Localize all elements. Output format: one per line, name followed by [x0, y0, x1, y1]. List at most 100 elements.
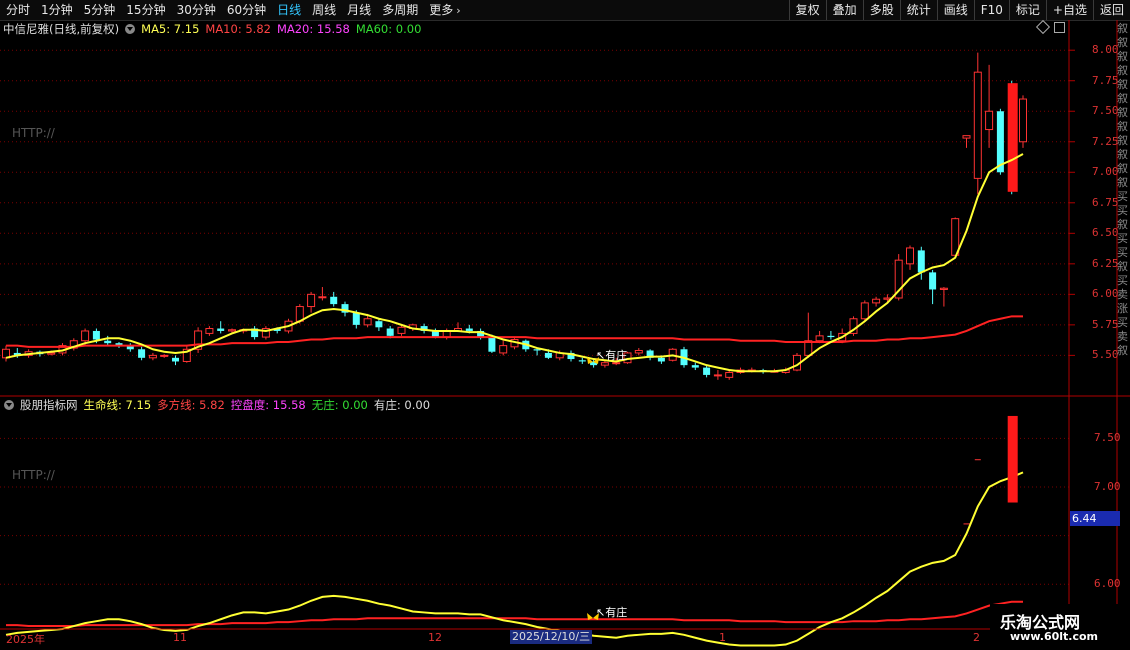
- signal-sidebar[interactable]: 叙叙叙叙叙叙叙叙叙叙叙叙买买叙买买叙买卖涨买卖叙: [1117, 22, 1130, 400]
- candle-body-60: [680, 349, 688, 366]
- candle-body-79: [894, 259, 903, 299]
- candle-body-58: [657, 357, 665, 362]
- candle-body-14: [160, 354, 169, 357]
- diamond-icon[interactable]: [1035, 19, 1051, 35]
- action-buttons: 复权 叠加 多股 统计 画线 F10 标记 +自选 返回: [788, 0, 1130, 20]
- indicator-lines: [5, 415, 1024, 647]
- candle-body-67: [759, 370, 767, 372]
- candle-body-76: [860, 302, 869, 320]
- tab-3[interactable]: 15分钟: [120, 0, 170, 20]
- indicator-dropdown-icon[interactable]: [4, 400, 14, 410]
- candle-body-70: [793, 354, 801, 371]
- action-button-7[interactable]: +自选: [1045, 0, 1093, 20]
- candle-body-20: [228, 329, 236, 332]
- candle-body-19: [217, 328, 225, 331]
- ma5-label: MA5: 7.15: [141, 22, 200, 36]
- signal-bar-indicator: [1007, 415, 1018, 503]
- candle-body-34: [386, 328, 394, 336]
- candle-body-43: [488, 337, 496, 352]
- candle-body-56: [634, 349, 643, 354]
- control-degree-label: 控盘度: 15.58: [230, 398, 306, 412]
- price-label-0: 8.00: [1092, 43, 1119, 57]
- brand-url: www.60lt.com: [1010, 630, 1099, 643]
- candle-body-49: [555, 352, 564, 359]
- action-button-3[interactable]: 统计: [899, 0, 937, 20]
- action-button-5[interactable]: F10: [973, 0, 1009, 20]
- square-icon[interactable]: [1054, 22, 1065, 33]
- tab-5[interactable]: 60分钟: [221, 0, 271, 20]
- period-tabs: 分时 1分钟 5分钟 15分钟 30分钟 60分钟 日线 周线 月线 多周期 更多 ›: [0, 0, 461, 20]
- candle-body-81: [917, 250, 925, 273]
- tab-1[interactable]: 1分钟: [35, 0, 78, 20]
- tab-8[interactable]: 月线: [341, 0, 376, 20]
- candle-body-28: [318, 296, 327, 299]
- action-button-6[interactable]: 标记: [1008, 0, 1046, 20]
- has-dealer-label: 有庄: 0.00: [373, 398, 431, 412]
- candle-body-9: [104, 340, 112, 344]
- candle-body-10: [115, 343, 123, 346]
- candle-body-13: [148, 354, 157, 359]
- current-value-badge: 6.44: [1070, 511, 1120, 526]
- candle-body-3: [36, 351, 44, 355]
- candle-body-42: [477, 330, 485, 338]
- candle-body-37: [420, 326, 428, 331]
- top-toolbar: 分时 1分钟 5分钟 15分钟 30分钟 60分钟 日线 周线 月线 多周期 更多 › 复权 叠加 多股统…: [0, 0, 1130, 21]
- tab-9[interactable]: 多周期: [376, 0, 423, 20]
- indicator-name: 股朋指标网: [20, 398, 78, 412]
- candle-body-66: [747, 369, 756, 372]
- candle-body-26: [295, 306, 304, 322]
- candle-body-77: [872, 298, 881, 304]
- tab-0[interactable]: 分时: [0, 0, 35, 20]
- ind-price-label-0: 7.50: [1094, 431, 1121, 445]
- candle-body-73: [827, 335, 835, 338]
- candle-body-51: [578, 360, 586, 362]
- candle-body-36: [408, 324, 417, 330]
- chart-canvas: [0, 20, 1130, 650]
- candle-body-46: [522, 340, 530, 350]
- candle-body-48: [544, 352, 552, 358]
- price-label-10: 5.50: [1092, 348, 1119, 362]
- tab-4[interactable]: 30分钟: [171, 0, 221, 20]
- date-label-nov: 11: [173, 631, 187, 644]
- candle-body-16: [182, 348, 191, 362]
- main-watermark: HTTP://: [12, 126, 55, 140]
- candle-body-6: [69, 340, 78, 349]
- action-button-0[interactable]: 复权: [788, 0, 826, 20]
- tab-6[interactable]: 日线: [271, 0, 306, 20]
- tab-2[interactable]: 5分钟: [78, 0, 121, 20]
- indicator-watermark: HTTP://: [12, 468, 55, 482]
- action-button-8[interactable]: 返回: [1092, 0, 1130, 20]
- candle-body-15: [172, 357, 179, 362]
- candle-body-45: [510, 339, 519, 348]
- candle-body-2: [24, 351, 33, 356]
- ma10-line: [6, 315, 1023, 348]
- candle-body-21: [239, 329, 248, 332]
- dropdown-icon[interactable]: [125, 24, 136, 34]
- action-button-4[interactable]: 画线: [936, 0, 974, 20]
- indicator-pane-header: 股朋指标网 生命线: 7.15 多方线: 5.82 控盘度: 15.58 无庄:…: [0, 396, 436, 414]
- candle-body-62: [703, 367, 711, 375]
- candle-body-89: [1008, 84, 1016, 191]
- candle-body-64: [725, 371, 734, 378]
- date-label-jan: 1: [719, 631, 726, 644]
- date-label-feb: 2: [973, 631, 980, 644]
- dealer-marker-indicator-text: 有庄: [605, 606, 628, 619]
- candle-body-68: [770, 370, 779, 373]
- more-chevron-icon[interactable]: ›: [456, 4, 460, 17]
- candle-body-88: [996, 111, 1004, 173]
- candle-body-78: [883, 297, 892, 300]
- dealer-marker-main: ↖有庄: [596, 349, 628, 362]
- candle-body-84: [951, 218, 960, 256]
- dealer-marker-text: 有庄: [605, 349, 628, 362]
- candle-body-61: [691, 365, 699, 368]
- tab-10[interactable]: 更多: [423, 0, 458, 20]
- price-label-5: 6.75: [1092, 195, 1119, 209]
- main-grid: [0, 49, 1075, 356]
- action-button-1[interactable]: 叠加: [825, 0, 863, 20]
- candle-body-7: [81, 330, 90, 342]
- ind-price-label-2: 6.00: [1094, 577, 1121, 591]
- action-button-2[interactable]: 多股: [862, 0, 900, 20]
- tab-7[interactable]: 周线: [306, 0, 341, 20]
- candle-body-57: [646, 350, 654, 358]
- candle-body-33: [375, 321, 383, 328]
